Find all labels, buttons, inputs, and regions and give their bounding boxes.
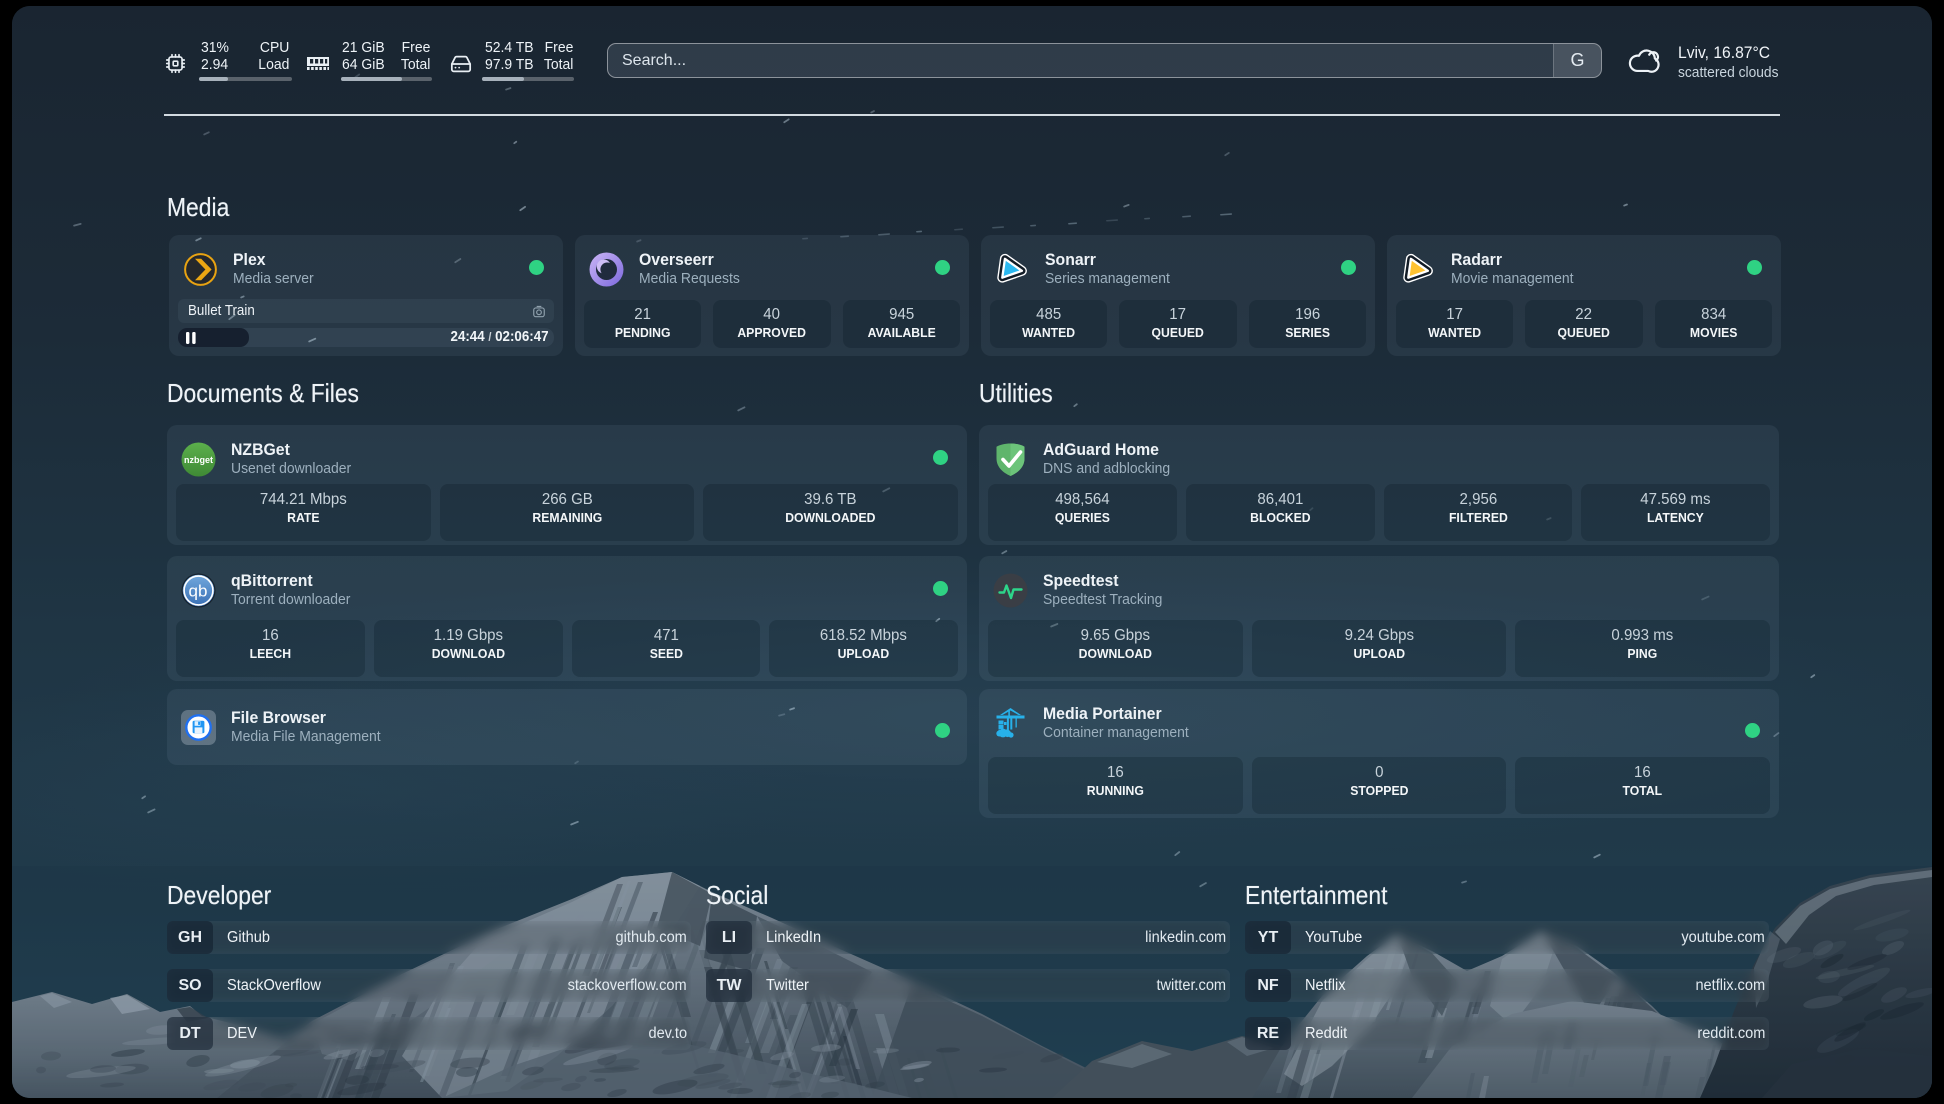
svg-text:nzbget: nzbget bbox=[184, 455, 213, 465]
svg-text:qb: qb bbox=[189, 581, 208, 600]
